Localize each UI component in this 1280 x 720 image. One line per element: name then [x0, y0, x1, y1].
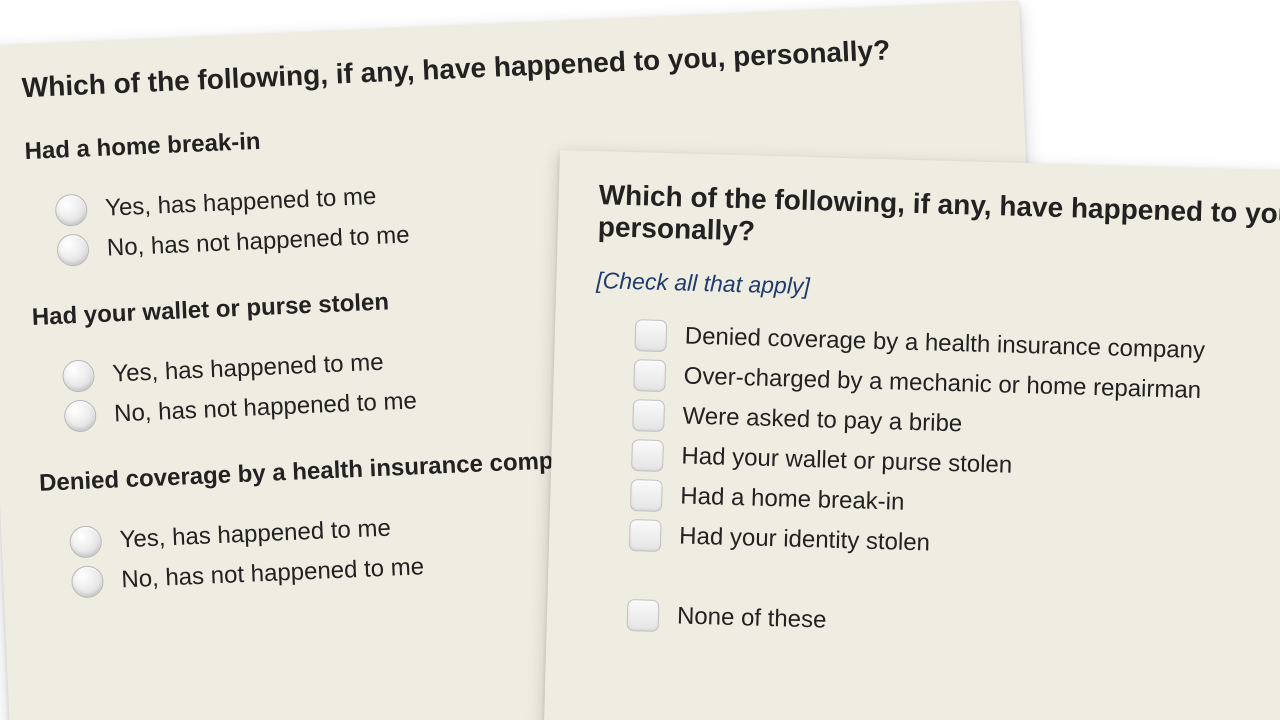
group-heading: Had a home break-in	[24, 96, 984, 166]
checkbox-icon	[634, 319, 667, 352]
option-label: Yes, has happened to me	[104, 179, 377, 227]
checkbox-list: Denied coverage by a health insurance co…	[599, 316, 1280, 652]
checkbox-icon	[632, 399, 665, 432]
question-title: Which of the following, if any, have hap…	[597, 179, 1280, 264]
option-label: No, has not happened to me	[106, 217, 410, 266]
radio-icon	[62, 359, 95, 392]
option-label: No, has not happened to me	[113, 383, 417, 432]
option-label: No, has not happened to me	[121, 549, 425, 598]
checkbox-icon	[633, 359, 666, 392]
option-label: Had a home break-in	[680, 479, 905, 521]
checkbox-icon	[631, 439, 664, 472]
radio-icon	[64, 399, 97, 432]
option-label: Were asked to pay a bribe	[682, 399, 963, 443]
option-label: Had your wallet or purse stolen	[681, 439, 1013, 484]
checkbox-icon	[629, 519, 662, 552]
radio-icon	[71, 565, 104, 598]
radio-icon	[55, 193, 88, 226]
checkbox-icon	[627, 599, 660, 632]
option-label: Had your identity stolen	[679, 518, 931, 561]
radio-icon	[69, 525, 102, 558]
radio-icon	[56, 233, 89, 266]
survey-card-right: Which of the following, if any, have hap…	[542, 150, 1280, 720]
option-label: Yes, has happened to me	[112, 345, 385, 393]
checkbox-icon	[630, 479, 663, 512]
question-hint: [Check all that apply]	[596, 267, 1280, 315]
option-label: None of these	[677, 598, 827, 638]
checkbox-option-none[interactable]: None of these	[627, 597, 1280, 653]
question-title: Which of the following, if any, have hap…	[21, 30, 981, 104]
option-label: Yes, has happened to me	[119, 511, 392, 559]
